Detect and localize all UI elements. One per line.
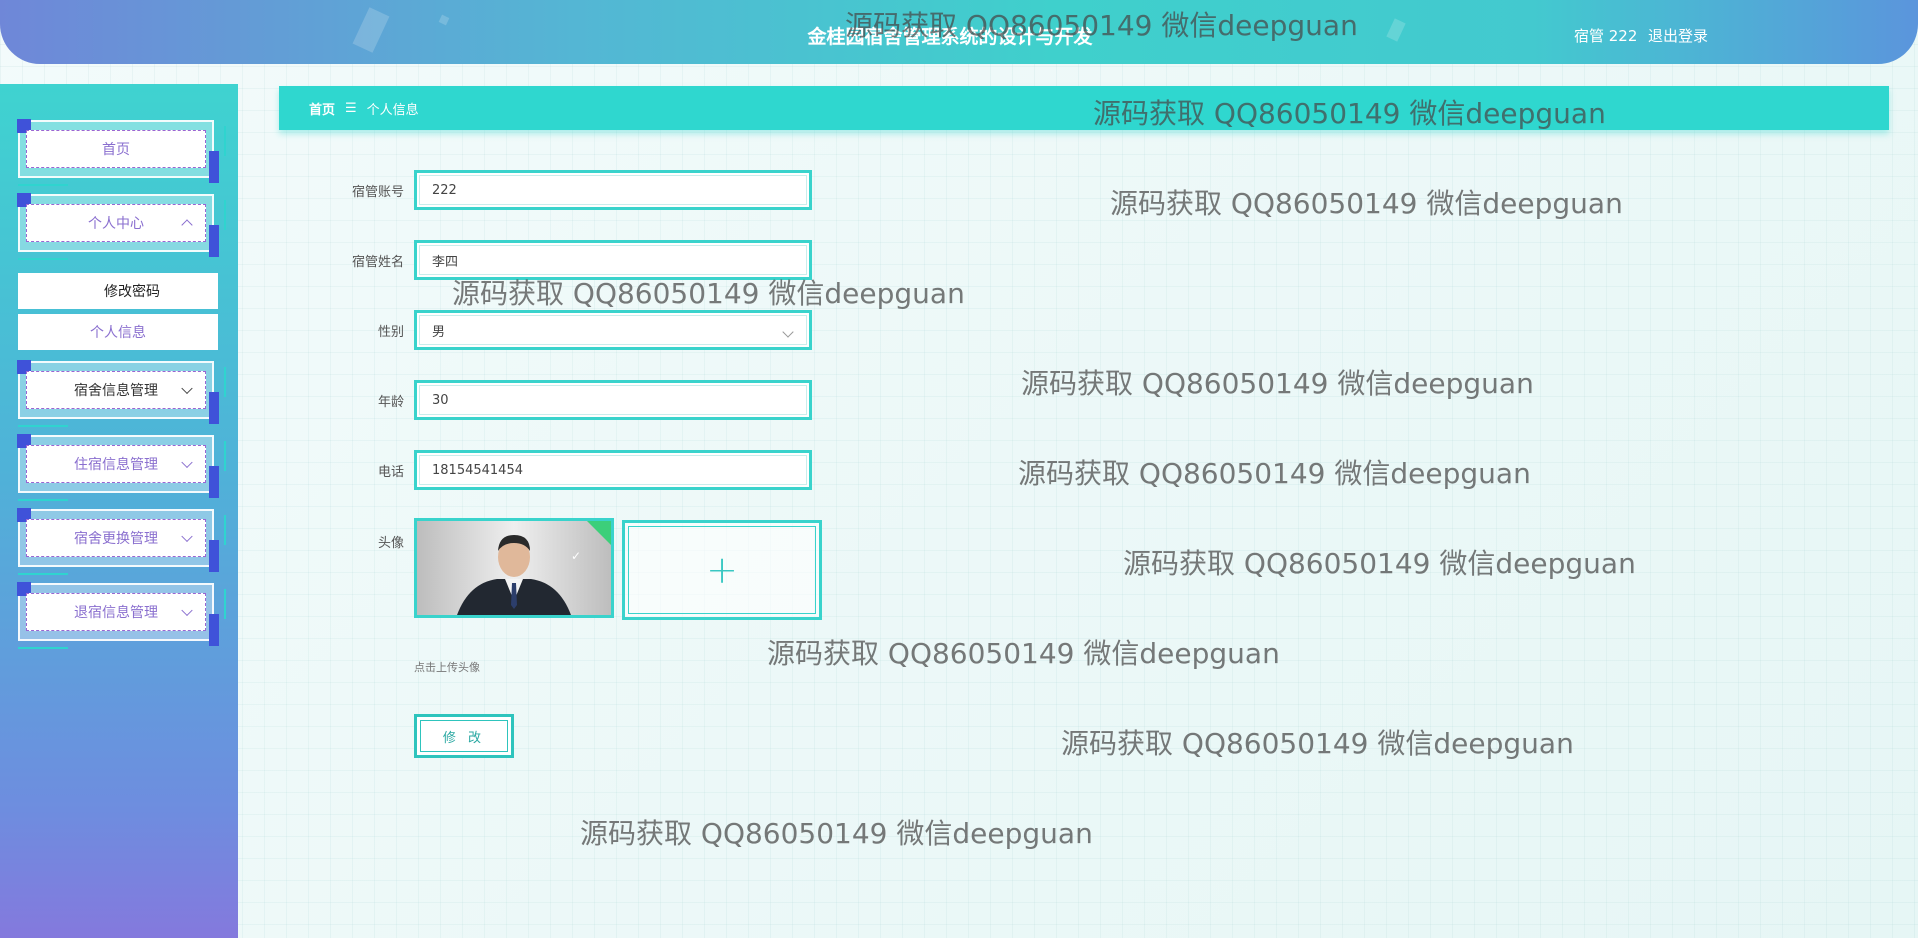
corner-decoration <box>209 225 219 257</box>
submenu-change-password[interactable]: 修改密码 <box>18 273 218 309</box>
breadcrumb-home[interactable]: 首页 <box>309 99 335 118</box>
sidebar-item-label-wrap: 住宿信息管理 <box>26 445 206 483</box>
watermark-text: 源码获取 QQ86050149 微信deepguan <box>1018 457 1531 490</box>
chevron-down-icon <box>181 456 193 469</box>
age-label: 年龄 <box>377 395 404 410</box>
watermark-text: 源码获取 QQ86050149 微信deepguan <box>1021 367 1534 400</box>
chevron-down-icon <box>181 530 193 543</box>
logout-link[interactable]: 退出登录 <box>1648 25 1708 46</box>
line-decoration <box>18 258 68 260</box>
chevron-down-icon <box>181 382 193 395</box>
submenu-label: 个人信息 <box>90 325 146 341</box>
phone-label: 电话 <box>377 465 404 480</box>
watermark-text: 源码获取 QQ86050149 微信deepguan <box>845 9 1358 42</box>
watermark-text: 源码获取 QQ86050149 微信deepguan <box>452 277 965 310</box>
phone-value: 18154541454 <box>419 455 807 485</box>
corner-decoration <box>209 540 219 572</box>
line-decoration <box>18 425 68 427</box>
sidebar-item-home[interactable]: 首页 <box>17 119 226 186</box>
age-value: 30 <box>419 385 807 415</box>
breadcrumb-separator-icon: ☰ <box>345 100 357 116</box>
watermark-text: 源码获取 QQ86050149 微信deepguan <box>1123 547 1636 580</box>
corner-decoration <box>209 151 219 183</box>
sidebar-item-label: 宿舍更换管理 <box>74 531 158 547</box>
line-decoration <box>18 573 68 575</box>
corner-decoration <box>209 614 219 646</box>
gender-selected: 男 <box>432 324 446 340</box>
corner-decoration <box>209 466 219 498</box>
line-decoration <box>18 499 68 501</box>
phone-field[interactable]: 18154541454 <box>414 450 812 490</box>
header-decoration <box>352 7 390 53</box>
upload-avatar-button[interactable]: + <box>622 520 822 620</box>
line-decoration <box>224 367 226 397</box>
watermark-text: 源码获取 QQ86050149 微信deepguan <box>1061 727 1574 760</box>
modify-button[interactable]: 修 改 <box>414 714 514 758</box>
sidebar-item-label: 宿舍信息管理 <box>74 383 158 399</box>
submenu-personal-info[interactable]: 个人信息 <box>18 314 218 350</box>
line-decoration <box>18 647 68 649</box>
sidebar-item-label-wrap: 退宿信息管理 <box>26 593 206 631</box>
age-field[interactable]: 30 <box>414 380 812 420</box>
sidebar: 首页 个人中心 修改密码 个人信息 宿舍信息管理 住宿信息管理 宿舍更换管理 退… <box>0 84 238 938</box>
sidebar-item-label: 住宿信息管理 <box>74 457 158 473</box>
sidebar-item-dorm-info[interactable]: 宿舍信息管理 <box>17 360 226 427</box>
header-decoration <box>438 14 450 26</box>
breadcrumb-current: 个人信息 <box>366 102 419 118</box>
sidebar-item-personal-center[interactable]: 个人中心 <box>17 193 226 260</box>
chevron-down-icon <box>782 326 794 338</box>
breadcrumb: 首页 ☰ 个人信息 <box>279 86 1889 130</box>
name-label: 宿管姓名 <box>351 255 404 270</box>
watermark-text: 源码获取 QQ86050149 微信deepguan <box>580 817 1093 850</box>
sidebar-item-label-wrap: 个人中心 <box>26 204 206 242</box>
check-icon: ✓ <box>570 549 581 563</box>
account-value: 222 <box>419 175 807 205</box>
gender-value: 男 <box>419 315 807 345</box>
line-decoration <box>224 515 226 545</box>
corner-decoration <box>209 392 219 424</box>
watermark-text: 源码获取 QQ86050149 微信deepguan <box>767 637 1280 670</box>
line-decoration <box>224 441 226 471</box>
avatar-image[interactable]: ✓ <box>414 518 614 618</box>
line-decoration <box>18 184 68 186</box>
chevron-down-icon <box>181 604 193 617</box>
name-value: 李四 <box>419 245 807 275</box>
header-decoration <box>1386 18 1406 42</box>
sidebar-item-stay-info[interactable]: 住宿信息管理 <box>17 434 226 501</box>
avatar-photo-icon <box>417 521 611 615</box>
current-user: 宿管 222 <box>1574 27 1638 45</box>
sidebar-item-label: 个人中心 <box>88 216 144 232</box>
chevron-up-icon <box>181 219 193 231</box>
avatar-label: 头像 <box>377 536 404 551</box>
submenu-label: 修改密码 <box>104 284 160 300</box>
sidebar-item-dorm-change[interactable]: 宿舍更换管理 <box>17 508 226 575</box>
line-decoration <box>224 126 226 156</box>
sidebar-item-label-wrap: 宿舍信息管理 <box>26 371 206 409</box>
line-decoration <box>224 589 226 619</box>
sidebar-item-label: 退宿信息管理 <box>74 605 158 621</box>
sidebar-item-label: 首页 <box>26 130 206 168</box>
modify-button-label: 修 改 <box>420 720 508 752</box>
gender-label: 性别 <box>377 325 404 340</box>
sidebar-item-checkout-info[interactable]: 退宿信息管理 <box>17 582 226 649</box>
line-decoration <box>224 200 226 230</box>
account-label: 宿管账号 <box>351 185 404 200</box>
gender-select[interactable]: 男 <box>414 310 812 350</box>
plus-icon: + <box>706 548 738 592</box>
watermark-text: 源码获取 QQ86050149 微信deepguan <box>1093 97 1606 130</box>
sidebar-item-label-wrap: 宿舍更换管理 <box>26 519 206 557</box>
selected-corner <box>585 521 611 547</box>
upload-hint: 点击上传头像 <box>414 661 480 674</box>
account-field[interactable]: 222 <box>414 170 812 210</box>
watermark-text: 源码获取 QQ86050149 微信deepguan <box>1110 187 1623 220</box>
